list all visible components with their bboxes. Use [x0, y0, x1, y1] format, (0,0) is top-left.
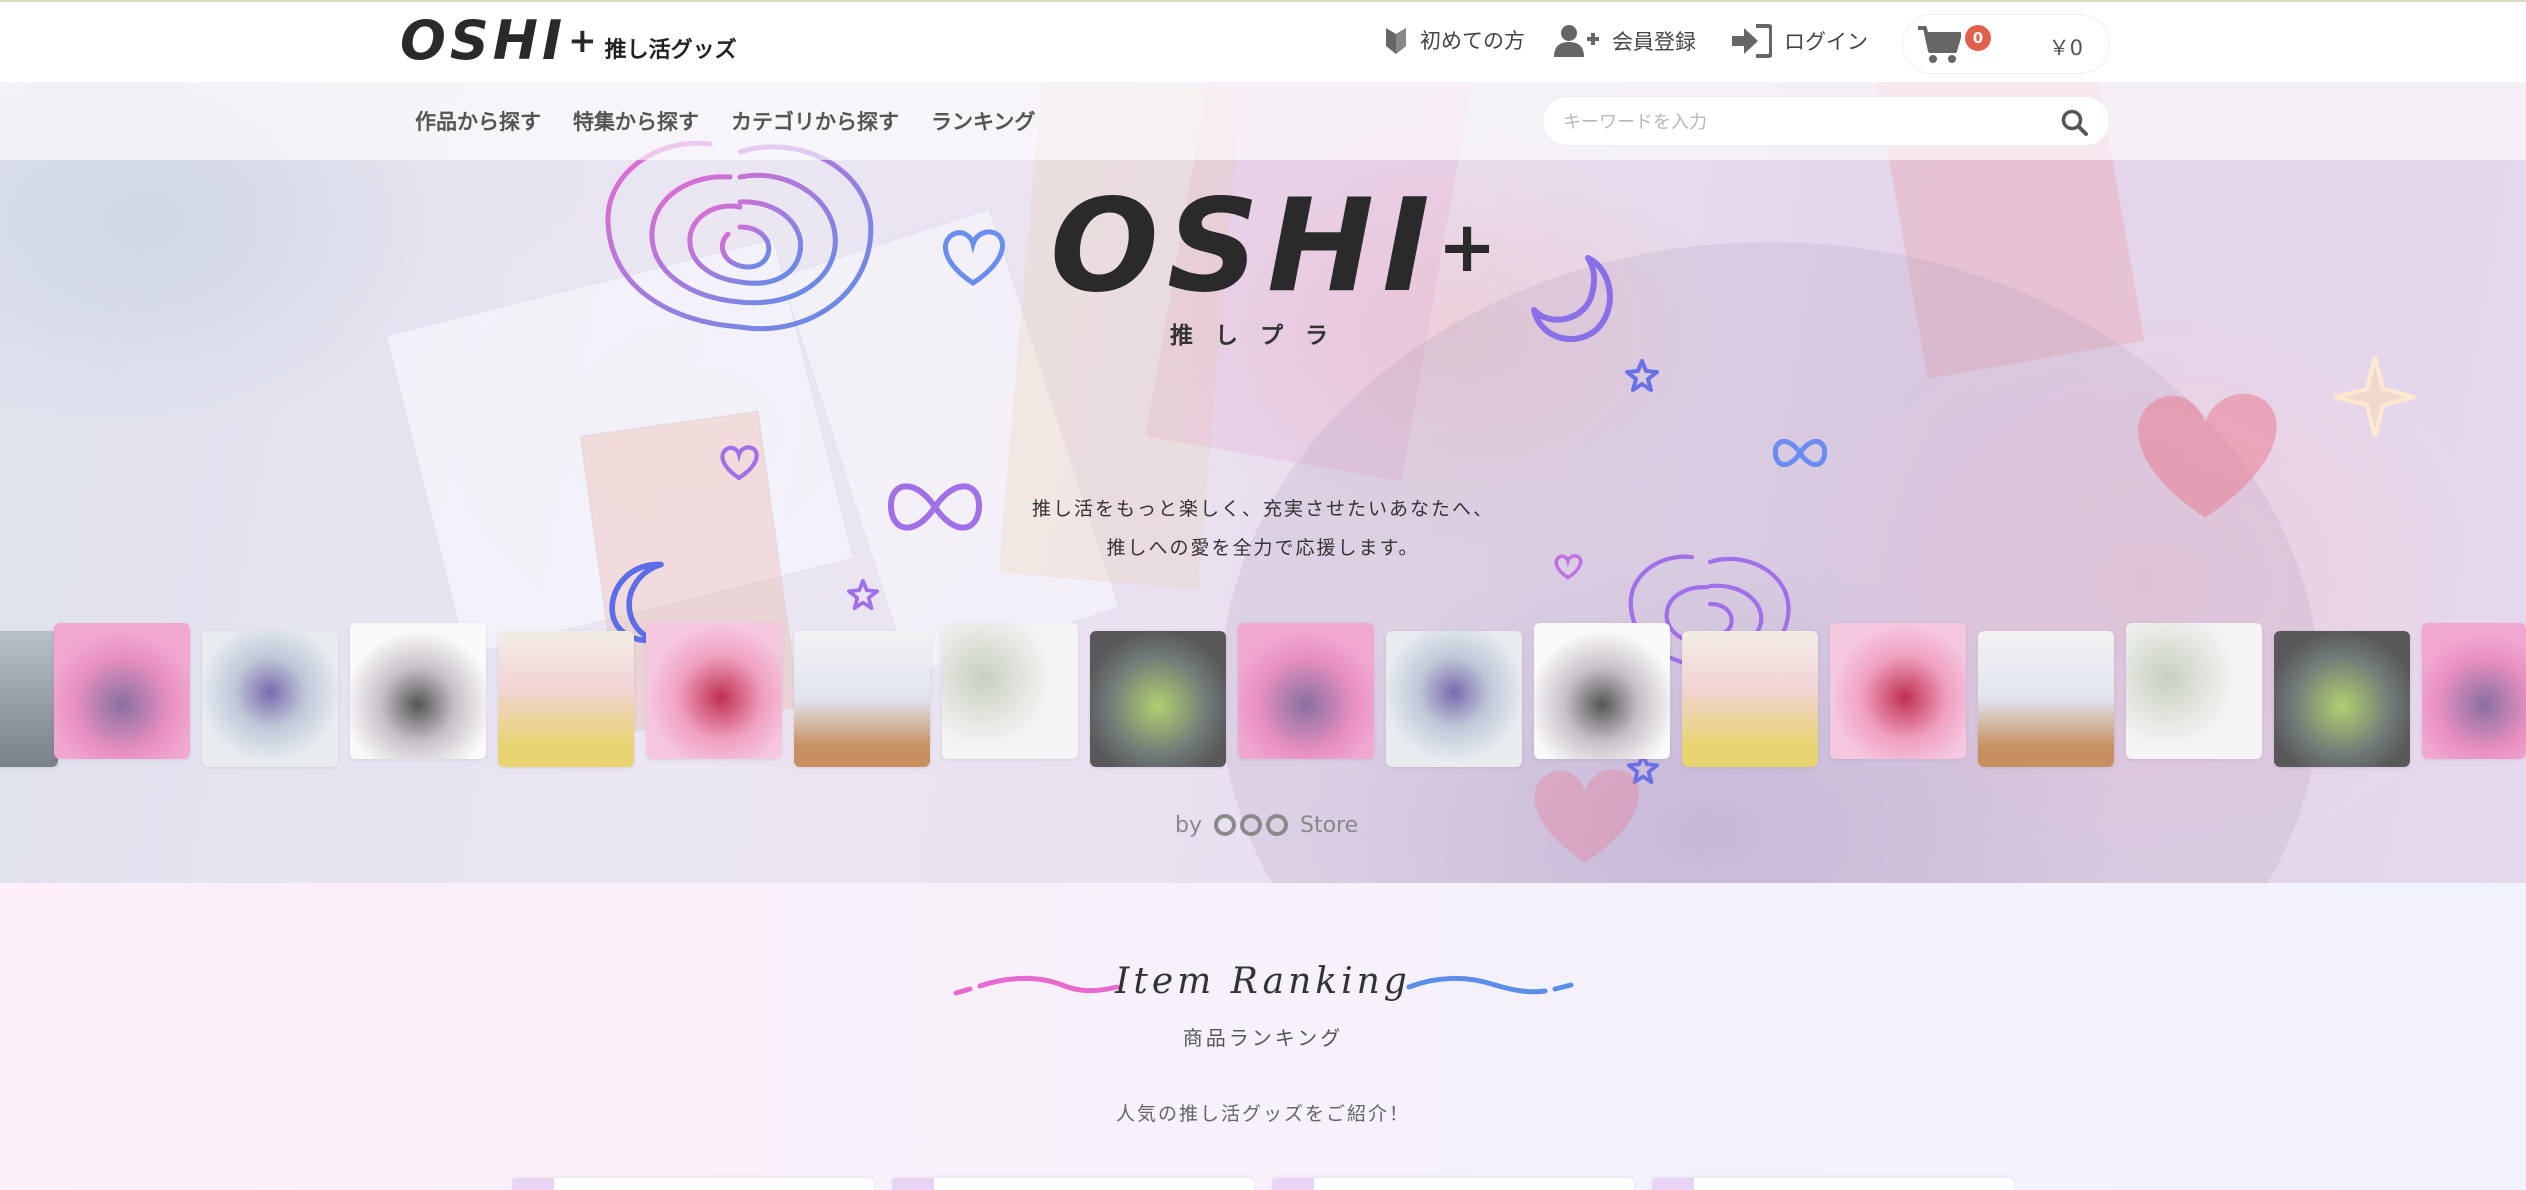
right-squiggle-decoration: [1406, 976, 1574, 995]
product-thumbnail[interactable]: [1386, 631, 1522, 767]
sparkle-star-icon: [2334, 356, 2416, 438]
product-thumbnail[interactable]: [54, 623, 190, 759]
login-label: ログイン: [1784, 30, 1868, 54]
search-input[interactable]: [1563, 107, 2043, 137]
hero-tagline-line1: 推し活をもっと楽しく、充実させたいあなたへ、: [1031, 498, 1494, 520]
register-link[interactable]: 会員登録: [1554, 24, 1696, 58]
product-thumbnail[interactable]: [646, 623, 782, 759]
hero-logo-subtitle: 推しプラ: [1170, 323, 1350, 349]
ranking-title: Item Ranking: [1115, 961, 1411, 1002]
product-thumbnail[interactable]: [794, 631, 930, 767]
product-thumbnail[interactable]: [350, 623, 486, 759]
product-thumbnail[interactable]: [2274, 631, 2410, 767]
sign-in-icon: [1732, 24, 1772, 58]
product-thumbnail[interactable]: [1978, 631, 2114, 767]
category-nav: 作品から探す 特集から探す カテゴリから探す ランキング: [0, 82, 2526, 160]
product-thumbnail[interactable]: [0, 631, 58, 767]
heart-doodle-icon: [942, 229, 1005, 286]
shopping-cart-icon: [1918, 26, 1961, 63]
rank-number-badge: [1272, 1178, 1314, 1190]
search-icon[interactable]: [2061, 109, 2089, 137]
beginner-mark-icon: [1386, 28, 1406, 54]
product-thumbnail[interactable]: [942, 623, 1078, 759]
hero-logo-plus: +: [1437, 206, 1505, 288]
star-doodle-icon: [846, 578, 880, 611]
login-link[interactable]: ログイン: [1730, 24, 1868, 58]
store-logo-icon: [1213, 814, 1288, 836]
ranking-card[interactable]: [1272, 1178, 1634, 1190]
logo-text: OSHI: [400, 9, 567, 72]
rank-number-badge: [1652, 1178, 1694, 1190]
product-thumbnail[interactable]: [1238, 623, 1374, 759]
star-doodle-icon: [1625, 359, 1659, 392]
hero-brand-logo: OSHI+ 推しプラ: [1050, 182, 1496, 350]
moon-doodle-icon: [1531, 255, 1613, 342]
heart-doodle-icon: [720, 445, 759, 481]
product-thumbnail[interactable]: [1090, 631, 1226, 767]
logo-subtitle: 推し活グッズ: [604, 38, 737, 63]
item-ranking-section: Item Ranking 商品ランキング 人気の推し活グッズをご紹介！: [0, 883, 2526, 1190]
ranking-card[interactable]: [512, 1178, 874, 1190]
by-store-credit: by Store: [1175, 812, 1358, 838]
nav-item-categories[interactable]: カテゴリから探す: [731, 106, 899, 136]
nav-item-works[interactable]: 作品から探す: [415, 106, 541, 136]
hero-tagline-line2: 推しへの愛を全力で応援します。: [1106, 537, 1420, 559]
register-label: 会員登録: [1612, 30, 1696, 54]
category-links: 作品から探す 特集から探す カテゴリから探す ランキング: [415, 106, 1035, 136]
product-thumbnail[interactable]: [1830, 623, 1966, 759]
first-time-link[interactable]: 初めての方: [1384, 24, 1525, 56]
logo-mark: OSHI+: [400, 14, 601, 68]
ribbon-doodle-icon: [1772, 438, 1828, 468]
first-time-label: 初めての方: [1420, 29, 1525, 53]
product-thumbnail[interactable]: [1682, 631, 1818, 767]
product-thumbnail[interactable]: [202, 631, 338, 767]
site-logo[interactable]: OSHI+ 推し活グッズ: [400, 14, 737, 68]
rank-number-badge: [512, 1178, 554, 1190]
ranking-subtitle: 商品ランキング: [1182, 1026, 1344, 1050]
hero-logo-mark: OSHI+: [1050, 182, 1496, 312]
ranking-card[interactable]: [892, 1178, 1254, 1190]
rank-number-badge: [892, 1178, 934, 1190]
logo-plus: +: [568, 21, 601, 61]
product-thumbnail[interactable]: [498, 631, 634, 767]
search-box: [1542, 96, 2110, 146]
add-user-icon: [1554, 25, 1599, 57]
by-label: by: [1175, 812, 1202, 838]
nav-item-ranking[interactable]: ランキング: [931, 106, 1035, 136]
heart-shape-icon: [1534, 769, 1640, 863]
product-thumbnail[interactable]: [2126, 623, 2262, 759]
hero-logo-text: OSHI: [1050, 172, 1438, 321]
ranking-card[interactable]: [1652, 1178, 2014, 1190]
cart-button[interactable]: 0 ￥0: [1902, 14, 2110, 74]
product-thumbnail[interactable]: [2422, 623, 2526, 759]
cart-total: ￥0: [2048, 36, 2083, 60]
product-thumbnail[interactable]: [1534, 623, 1670, 759]
store-label: Store: [1299, 812, 1359, 838]
nav-item-features[interactable]: 特集から探す: [573, 106, 699, 136]
cart-count-badge: 0: [1965, 25, 1991, 51]
site-header: OSHI+ 推し活グッズ 初めての方 会員登録 ログイン 0 ￥0: [0, 0, 2526, 82]
ranking-description: 人気の推し活グッズをご紹介！: [1115, 1103, 1410, 1125]
